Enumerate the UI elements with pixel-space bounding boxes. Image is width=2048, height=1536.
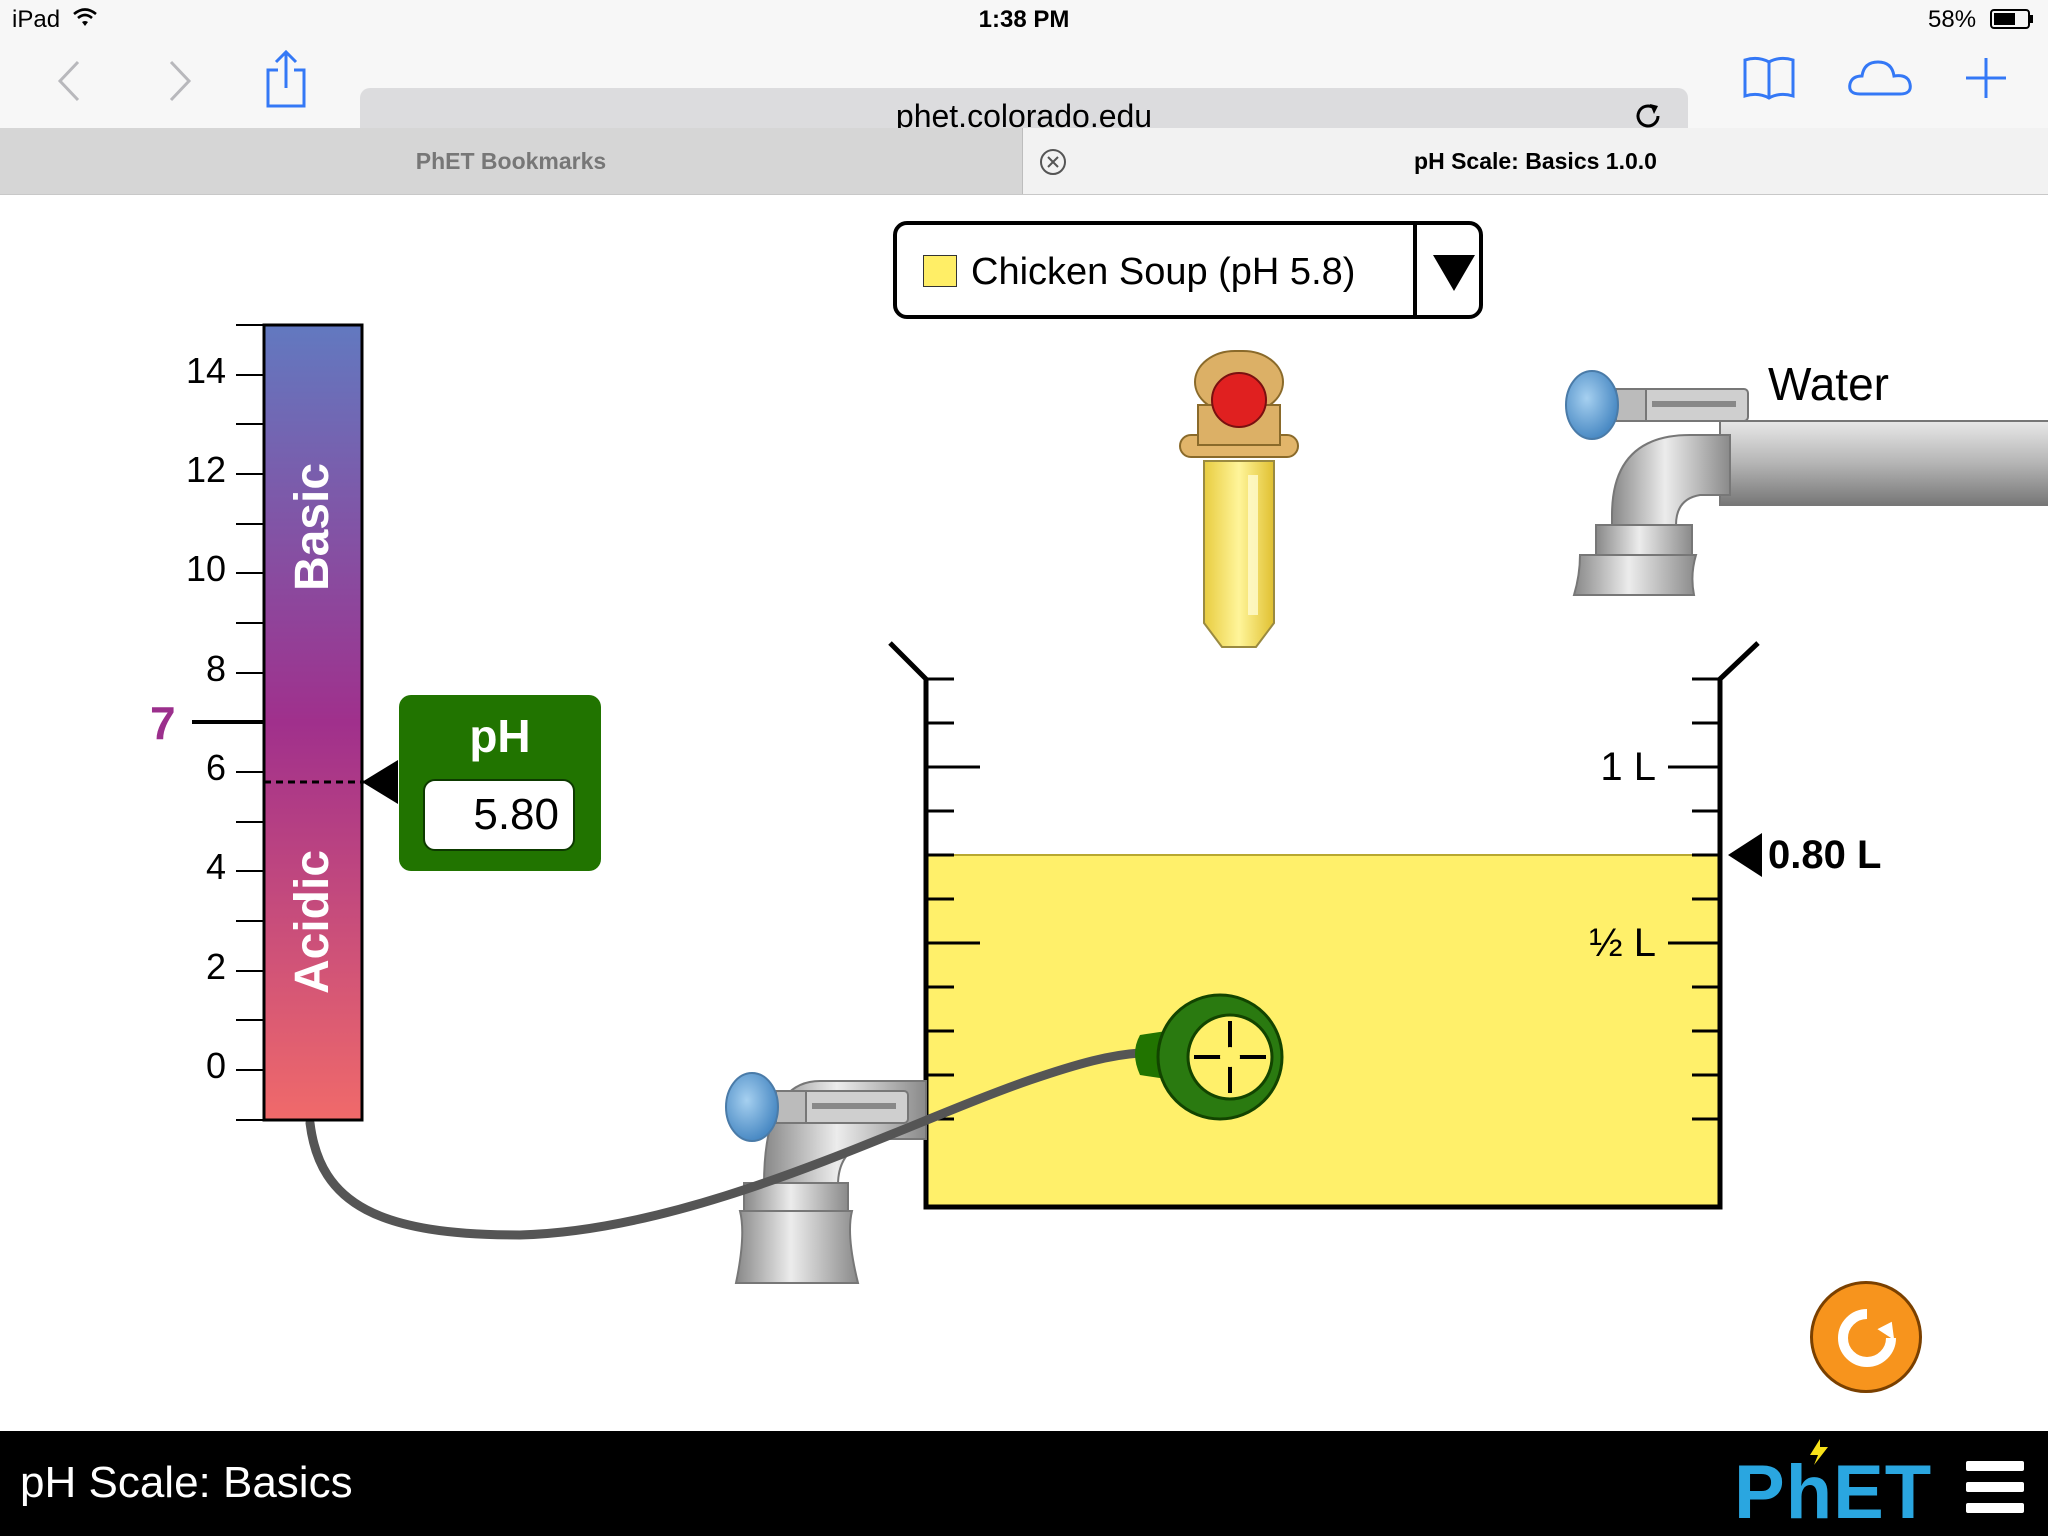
sim-graphics	[192, 323, 2048, 1284]
ph-meter: pH 5.80	[399, 695, 601, 871]
ph-tick-label: 0	[205, 1045, 226, 1086]
bookmarks-icon[interactable]	[1742, 54, 1796, 102]
drain-faucet-knob[interactable]	[725, 1072, 779, 1142]
solute-dropper[interactable]	[1179, 350, 1299, 648]
neutral-label: 7	[150, 697, 176, 749]
water-faucet-knob[interactable]	[1565, 370, 1619, 440]
cloud-tabs-icon[interactable]	[1846, 54, 1916, 102]
beaker-solution	[926, 855, 1720, 1207]
browser-toolbar: phet.colorado.edu	[0, 40, 2048, 144]
ph-meter-title: pH	[469, 710, 531, 762]
battery-percent: 58%	[1928, 6, 1977, 33]
sim-title: pH Scale: Basics	[20, 1458, 353, 1507]
browser-tab-bar: PhET Bookmarks pH Scale: Basics 1.0.0	[0, 128, 2048, 195]
drain-faucet[interactable]	[725, 1072, 927, 1284]
battery-icon	[1990, 9, 2033, 29]
tab-label: PhET Bookmarks	[415, 147, 607, 174]
ph-tick-label: 14	[185, 350, 226, 391]
ph-tick-label: 12	[185, 449, 226, 490]
reset-all-button[interactable]	[1810, 1281, 1922, 1393]
ph-readout-value: 5.80	[473, 790, 559, 839]
forward-icon[interactable]	[165, 58, 195, 104]
water-faucet[interactable]	[1565, 370, 2048, 596]
volume-indicator-arrow	[1728, 833, 1762, 877]
ph-readout-box: 5.80	[423, 779, 575, 851]
ph-meter-pointer	[362, 760, 398, 804]
beaker-1l-label: 1 L	[1600, 745, 1656, 789]
tab-phet-bookmarks[interactable]: PhET Bookmarks	[0, 128, 1022, 194]
new-tab-icon[interactable]	[1964, 56, 2008, 100]
reset-all-icon	[1838, 1309, 1896, 1367]
basic-label: Basic	[286, 462, 339, 592]
simulation-area: Chicken Soup (pH 5.8) Water 14 12 10 8 6…	[0, 195, 2048, 1431]
share-icon[interactable]	[262, 48, 310, 110]
acidic-label: Acidic	[286, 849, 339, 995]
status-time: 1:38 PM	[978, 6, 1070, 33]
volume-readout: 0.80 L	[1768, 833, 1882, 877]
sim-navigation-bar: pH Scale: Basics PhET	[0, 1431, 2048, 1536]
dropper-button[interactable]	[1211, 372, 1267, 428]
ph-tick-label: 2	[205, 946, 226, 987]
ios-status-bar: iPad 1:38 PM 58%	[0, 0, 2048, 40]
ph-tick-label: 6	[205, 747, 226, 788]
ph-tick-label: 10	[185, 548, 226, 589]
tab-label: pH Scale: Basics 1.0.0	[1414, 147, 1657, 174]
beaker-half-liter-label: ½ L	[1589, 921, 1656, 965]
close-tab-icon[interactable]	[1039, 148, 1067, 176]
phet-logo-bolt-icon	[1810, 1439, 1828, 1465]
tab-ph-scale-basics[interactable]: pH Scale: Basics 1.0.0	[1023, 128, 2048, 194]
back-icon[interactable]	[54, 58, 84, 104]
hamburger-menu-icon[interactable]	[1966, 1461, 2024, 1513]
ph-tick-label: 8	[205, 648, 226, 689]
ph-tick-label: 4	[205, 846, 226, 887]
